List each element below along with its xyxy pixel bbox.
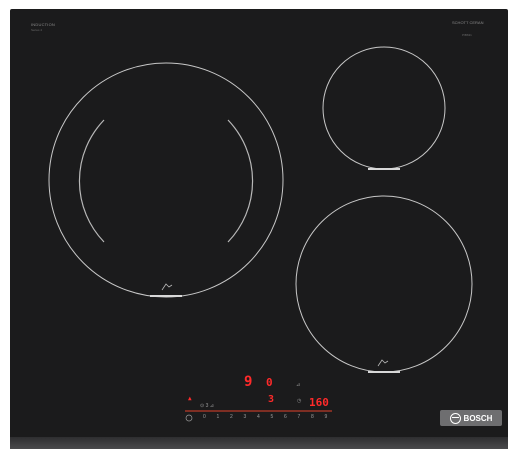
zone-display: 0 [266, 376, 273, 389]
lock-indicator-icon: ▲ [188, 395, 192, 402]
small-zone-ring [322, 46, 446, 170]
slider-step-9[interactable]: 9 [325, 414, 328, 420]
brand-badge: BOSCH [440, 410, 502, 426]
timer-display: 9 [244, 374, 253, 390]
power-button-ring [185, 414, 193, 422]
large-zone-outer-ring [48, 62, 284, 298]
power-level-display: 3 [268, 394, 275, 405]
slider-step-2[interactable]: 2 [230, 414, 233, 420]
clock-icon[interactable]: ◷ [297, 398, 301, 404]
slider-step-0[interactable]: 0 [203, 414, 206, 420]
brand-name: BOSCH [463, 413, 493, 423]
slider-step-6[interactable]: 6 [284, 414, 287, 420]
medium-zone-pan-icon [377, 359, 389, 367]
bosch-logo-icon [449, 412, 461, 424]
slider-step-4[interactable]: 4 [257, 414, 260, 420]
large-zone-inner-arc-right [227, 119, 254, 243]
slider-step-7[interactable]: 7 [298, 414, 301, 420]
large-zone-inner-arc-left [78, 119, 105, 243]
slider-step-1[interactable]: 1 [217, 414, 220, 420]
cooking-zones [48, 46, 473, 422]
temperature-display: 160 [309, 396, 329, 409]
slider-step-8[interactable]: 8 [311, 414, 314, 420]
medium-zone-ring [295, 195, 473, 373]
large-zone-pan-icon [161, 283, 173, 291]
slider-step-3[interactable]: 3 [244, 414, 247, 420]
timer-icons-label: ⊙ 3 ⊿ [200, 403, 214, 409]
slider-step-5[interactable]: 5 [271, 414, 274, 420]
pan-icon-label: ⊿ [296, 382, 301, 388]
